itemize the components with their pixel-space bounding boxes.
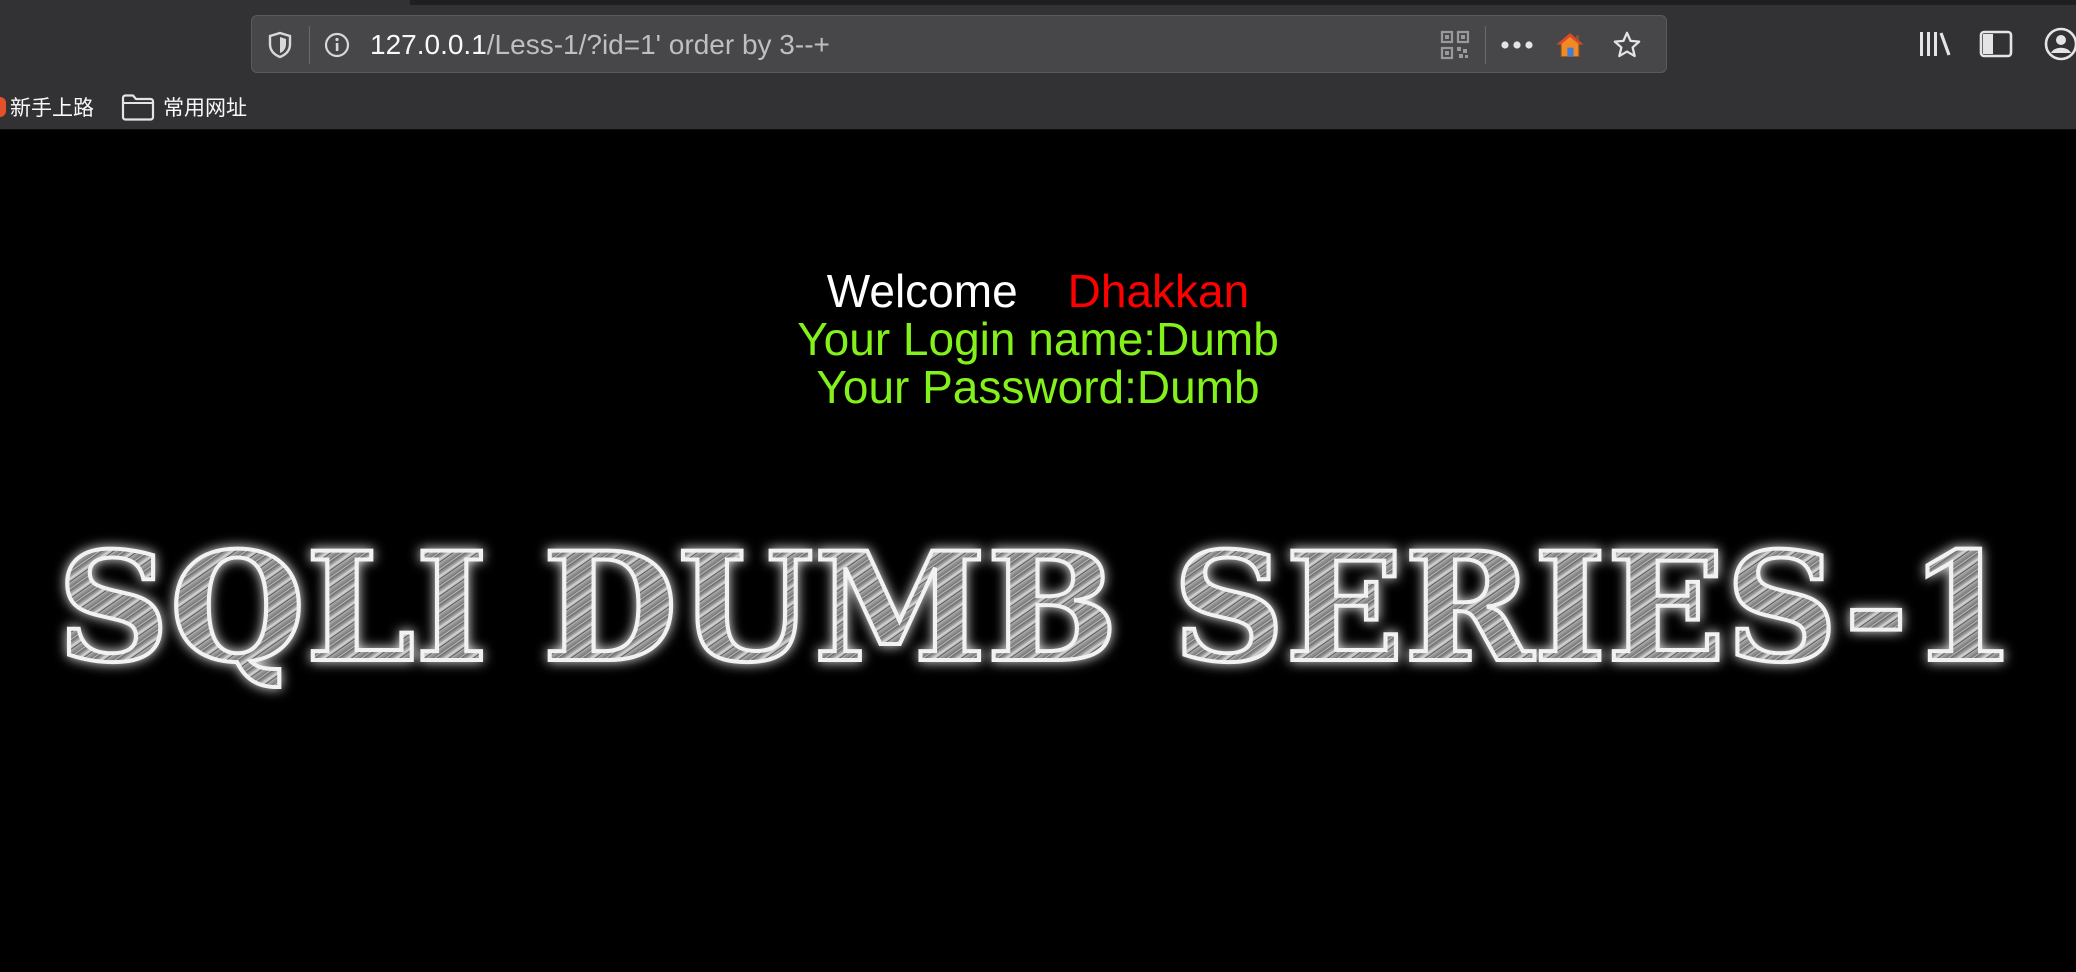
bookmark-getting-started[interactable]: 新手上路	[0, 92, 94, 122]
banner-text: SQLI DUMB SERIES-1	[57, 520, 2017, 696]
username-text: Dhakkan	[1067, 265, 1250, 317]
url-separator	[1485, 26, 1486, 64]
qr-code-icon[interactable]	[1440, 30, 1470, 60]
account-icon[interactable]	[2043, 26, 2076, 62]
tab-strip	[410, 0, 2076, 5]
url-separator	[309, 26, 310, 64]
library-icon[interactable]	[1917, 26, 1953, 62]
folder-icon	[121, 93, 155, 121]
bookmark-label: 新手上路	[10, 97, 94, 120]
bookmark-star-icon[interactable]	[1612, 30, 1642, 60]
bookmarks-toolbar: 新手上路 常用网址	[0, 86, 2076, 128]
bookmark-folder-common-sites[interactable]: 常用网址	[121, 92, 247, 122]
home-icon[interactable]	[1555, 30, 1585, 60]
sidebar-toggle-icon[interactable]	[1978, 26, 2014, 62]
firefox-icon	[0, 97, 6, 117]
url-host: 127.0.0.1	[370, 29, 487, 60]
url-text[interactable]: 127.0.0.1/Less-1/?id=1' order by 3--+	[370, 29, 830, 61]
url-path: /Less-1/?id=1' order by 3--+	[486, 29, 830, 60]
welcome-text: Welcome	[826, 265, 1018, 317]
more-actions-icon[interactable]	[1492, 30, 1542, 60]
page-content: Welcome Dhakkan Your Login name:Dumb Your…	[0, 130, 2076, 972]
sqli-dumb-series-banner: SQLI DUMB SERIES-1	[45, 510, 2030, 710]
welcome-line: Welcome Dhakkan	[0, 266, 2076, 316]
browser-chrome: 127.0.0.1/Less-1/?id=1' order by 3--+ 新手…	[0, 0, 2076, 130]
login-name-line: Your Login name:Dumb	[797, 313, 1279, 365]
url-bar[interactable]: 127.0.0.1/Less-1/?id=1' order by 3--+	[251, 15, 1667, 73]
bookmark-label: 常用网址	[163, 97, 247, 120]
tracking-protection-shield-icon[interactable]	[265, 30, 295, 60]
password-line: Your Password:Dumb	[816, 361, 1260, 413]
site-info-icon[interactable]	[322, 30, 352, 60]
